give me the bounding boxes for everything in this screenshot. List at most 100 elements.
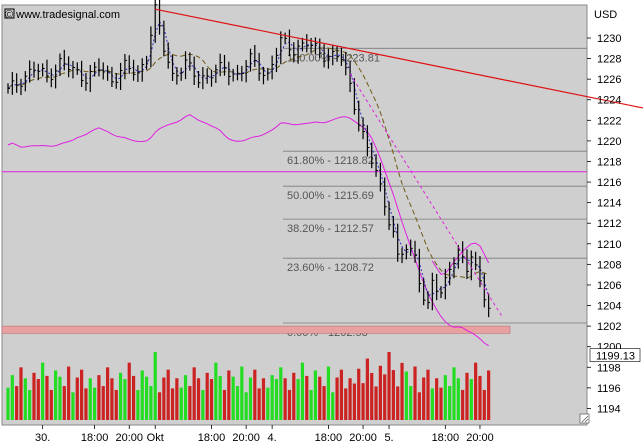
- volume-bar: [183, 375, 188, 420]
- volume-bar: [67, 366, 71, 420]
- volume-bar: [218, 375, 222, 420]
- volume-bar: [88, 378, 92, 420]
- x-tick-label: 5.: [384, 432, 393, 444]
- volume-bar: [257, 388, 261, 420]
- volume-bar: [201, 389, 205, 420]
- volume-bar: [448, 386, 452, 420]
- fib-level-label: 38.20% - 1212.57: [287, 223, 374, 235]
- volume-bar: [305, 375, 309, 420]
- watermark-text: © www.tradesignal.com: [5, 9, 120, 21]
- volume-bar: [439, 387, 443, 420]
- volume-bar: [214, 362, 218, 420]
- volume-bar: [136, 389, 140, 420]
- volume-bar: [157, 392, 162, 420]
- volume-bar: [461, 389, 465, 420]
- volume-bar: [196, 378, 201, 420]
- y-tick-label: 1210: [597, 239, 621, 251]
- y-tick-label: 1204: [597, 301, 621, 313]
- x-tick-label: 4.: [268, 432, 277, 444]
- volume-bar: [105, 367, 110, 420]
- fib-level-label: 50.00% - 1215.69: [287, 190, 374, 202]
- volume-bar: [231, 376, 235, 420]
- y-tick-label: 1228: [597, 54, 621, 66]
- volume-bar: [19, 367, 23, 420]
- y-tick-label: 1230: [597, 33, 621, 45]
- volume-bar: [266, 387, 270, 420]
- volume-bar: [149, 386, 153, 420]
- volume-bar: [23, 378, 27, 420]
- x-tick-label: 20:00: [466, 432, 494, 444]
- volume-bar: [244, 392, 248, 420]
- y-tick-label: 1224: [597, 95, 621, 107]
- fib-level-label: 23.60% - 1208.72: [287, 262, 374, 274]
- volume-bar: [417, 392, 421, 420]
- currency-label: USD: [594, 9, 617, 21]
- volume-bar: [292, 372, 296, 420]
- volume-bar: [348, 378, 352, 420]
- volume-bar: [235, 386, 240, 420]
- volume-bar: [41, 362, 45, 420]
- volume-bar: [339, 369, 344, 420]
- volume-bar: [114, 389, 118, 420]
- volume-bar: [175, 378, 179, 420]
- volume-bar: [253, 369, 257, 420]
- volume-bar: [374, 386, 378, 420]
- volume-bar: [188, 386, 192, 420]
- y-tick-label: 1214: [597, 198, 621, 210]
- volume-bar: [430, 388, 434, 420]
- volume-bar: [153, 352, 157, 420]
- volume-bar: [36, 379, 40, 420]
- volume-bar: [270, 375, 274, 420]
- volume-bar: [49, 389, 53, 420]
- volume-bar: [426, 369, 430, 420]
- volume-bar: [465, 372, 469, 420]
- volume-bar: [118, 372, 123, 420]
- volume-bar: [209, 379, 214, 420]
- volume-bar: [93, 387, 97, 420]
- volume-bar: [409, 386, 413, 420]
- volume-bar: [192, 367, 196, 420]
- volume-bar: [300, 362, 305, 420]
- volume-bar: [357, 368, 361, 420]
- y-tick-label: 1216: [597, 177, 621, 189]
- volume-bar: [313, 370, 318, 420]
- volume-bar: [309, 389, 313, 420]
- y-tick-label: 1220: [597, 136, 621, 148]
- volume-bar: [361, 383, 365, 420]
- x-tick-label: 30.: [35, 432, 50, 444]
- volume-bar: [318, 376, 322, 420]
- x-tick-label: 20:00: [349, 432, 377, 444]
- volume-bar: [456, 378, 460, 420]
- volume-bar: [352, 383, 356, 420]
- x-tick-label: 18:00: [315, 432, 343, 444]
- volume-bar: [62, 386, 66, 420]
- x-tick-label: Okt: [147, 432, 164, 444]
- volume-bar: [32, 372, 36, 420]
- volume-bar: [97, 375, 101, 420]
- volume-bar: [6, 387, 10, 420]
- volume-bar: [127, 362, 131, 420]
- volume-bar: [296, 379, 300, 420]
- volume-bar: [383, 374, 387, 420]
- price-chart: 100.00% - 1223.81 61.80% - 1218.82 50.00% …: [0, 0, 643, 446]
- volume-bar: [482, 389, 486, 420]
- fib-level-label: 61.80% - 1218.82: [287, 155, 374, 167]
- volume-bar: [279, 367, 283, 420]
- volume-bar: [45, 375, 49, 420]
- y-tick-label: 1218: [597, 156, 621, 168]
- volume-bar: [335, 377, 339, 420]
- volume-bar: [283, 378, 287, 420]
- volume-bar: [28, 389, 32, 420]
- y-tick-label: 1202: [597, 321, 621, 333]
- y-tick-label: 1208: [597, 259, 621, 271]
- volume-bar: [274, 379, 279, 420]
- last-price-value: 1199.13: [596, 351, 635, 363]
- volume-bar: [400, 362, 404, 420]
- volume-bar: [422, 377, 426, 420]
- volume-bar: [205, 372, 209, 420]
- volume-bar: [54, 370, 58, 420]
- y-tick-label: 1212: [597, 218, 621, 230]
- volume-bar: [344, 388, 348, 420]
- resize-grip-icon[interactable]: [579, 413, 590, 424]
- volume-bar: [101, 386, 105, 420]
